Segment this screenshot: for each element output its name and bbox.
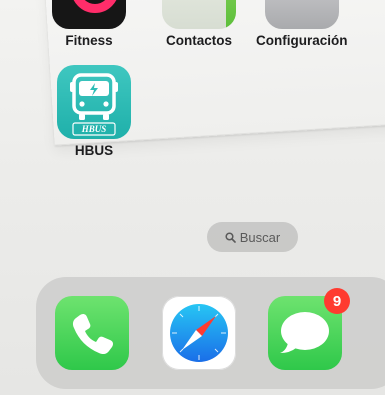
dock-app-safari[interactable] [162,296,236,370]
notification-badge: 9 [324,288,350,314]
dock-app-messages[interactable]: 9 [268,288,350,370]
app-hbus[interactable]: HBUS HBUS [57,65,131,158]
magnifier-icon [225,231,236,243]
app-contactos[interactable]: Contactos [162,0,236,48]
app-label: HBUS [74,143,114,158]
dock-app-phone[interactable] [55,296,129,370]
app-label: Contactos [165,33,232,48]
compass-icon [170,304,228,362]
contacts-icon [162,0,236,29]
app-label: Fitness [65,33,113,48]
search-label: Buscar [239,229,281,245]
hbus-icon-text: HBUS [81,124,107,134]
hbus-bus-icon: HBUS [57,65,131,139]
app-fitness[interactable]: Fitness [52,0,126,48]
phone-icon [72,313,114,355]
settings-gear-icon [264,0,339,29]
home-screen: Fitness Contactos Configuración HBUS HBU… [0,0,385,395]
app-configuracion[interactable]: Configuración [256,0,348,48]
fitness-icon [52,0,126,29]
search-button[interactable]: Buscar [207,222,298,252]
app-label: Configuración [256,33,348,48]
